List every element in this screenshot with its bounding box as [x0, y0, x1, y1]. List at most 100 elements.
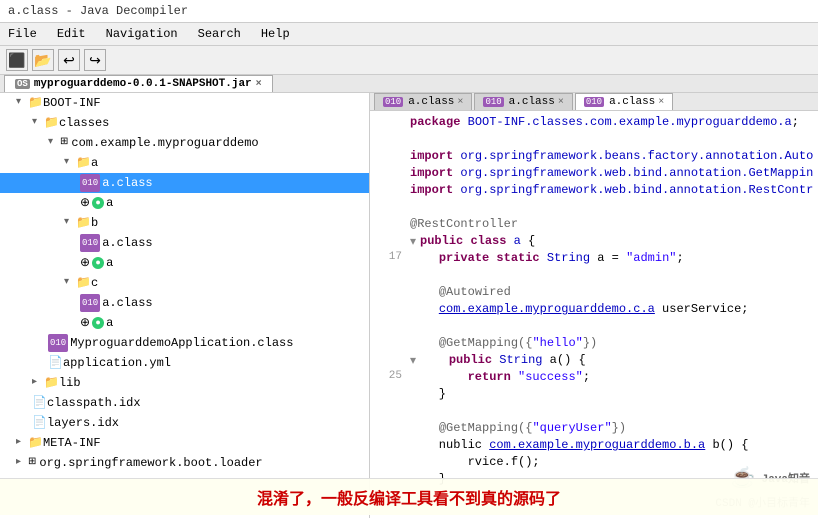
code-line-17: 17 private static String a = "admin";	[370, 251, 818, 268]
tree-meta-inf[interactable]: ▸ 📁 META-INF	[0, 433, 369, 453]
expand-icon-package: ▾	[48, 134, 60, 152]
tree-spring-loader[interactable]: ▸ ⊞ org.springframework.boot.loader	[0, 453, 369, 473]
tree-label-folder-b: b	[91, 214, 98, 232]
expand-icon-c-a-green: ⊕	[80, 314, 90, 332]
package-icon: ⊞	[60, 134, 68, 152]
folder-icon-meta-inf: 📁	[28, 434, 43, 452]
tree-label-aclass: a.class	[102, 174, 152, 192]
editor-tab-1[interactable]: 010 a.class ×	[374, 93, 472, 110]
code-line-rvice: rvice.f();	[370, 455, 818, 472]
toolbar-redo[interactable]: ↪	[84, 49, 106, 71]
tree-folder-b[interactable]: ▾ 📁 b	[0, 213, 369, 233]
tree-classes[interactable]: ▾ 📁 classes	[0, 113, 369, 133]
tree-application-yml[interactable]: 📄 application.yml	[0, 353, 369, 373]
tree-label-c-aclass: a.class	[102, 294, 152, 312]
editor-tab-bar: 010 a.class × 010 a.class × 010 a.class …	[370, 93, 818, 111]
editor-tab-2[interactable]: 010 a.class ×	[474, 93, 572, 110]
title-bar: a.class - Java Decompiler	[0, 0, 818, 23]
tree-label-classpath: classpath.idx	[47, 394, 141, 412]
toolbar-open[interactable]: 📂	[32, 49, 54, 71]
tree-b-a-green[interactable]: ⊕ ● a	[0, 253, 369, 273]
file-tab-icon: OS	[15, 79, 30, 89]
package-icon-spring: ⊞	[28, 454, 36, 472]
collapse-class-btn[interactable]: ▾	[410, 234, 416, 249]
tree-label-lib: lib	[59, 374, 81, 392]
code-line-import3: import org.springframework.web.bind.anno…	[370, 183, 818, 200]
file-icon-yml: 📄	[48, 354, 63, 372]
annotation-restcontroller: @RestController	[410, 217, 518, 231]
code-line-import1: import org.springframework.beans.factory…	[370, 149, 818, 166]
code-line-restcontroller: @RestController	[370, 217, 818, 234]
code-line-method2: nublic com.example.myproguarddemo.b.a b(…	[370, 438, 818, 455]
file-tab-bar: OS myproguarddemo-0.0.1-SNAPSHOT.jar ×	[0, 75, 818, 93]
tree-aclass-selected[interactable]: 010 a.class	[0, 173, 369, 193]
expand-icon-b-a-green: ⊕	[80, 254, 90, 272]
class-badge-main: 010	[48, 334, 68, 352]
editor-tab-label-3: a.class	[609, 96, 655, 108]
code-line-getmapping1: @GetMapping({"hello"})	[370, 336, 818, 353]
tree-classpath-idx[interactable]: 📄 classpath.idx	[0, 393, 369, 413]
line-content-package: package BOOT-INF.classes.com.example.myp…	[410, 115, 814, 129]
menu-navigation[interactable]: Navigation	[102, 25, 182, 43]
line-num-17: 17	[374, 251, 402, 263]
editor-tab-close-3[interactable]: ×	[658, 97, 664, 108]
expand-icon-spring-loader: ▸	[16, 454, 28, 472]
folder-icon-c: 📁	[76, 274, 91, 292]
folder-icon-classes: 📁	[44, 114, 59, 132]
tree-label-folder-a: a	[91, 154, 98, 172]
banner-text: 混淆了，一般反编译工具看不到真的源码了	[257, 491, 561, 509]
line-num-25: 25	[374, 370, 402, 382]
code-line-import2: import org.springframework.web.bind.anno…	[370, 166, 818, 183]
tree-label-folder-c: c	[91, 274, 98, 292]
expand-icon-lib: ▸	[32, 374, 44, 392]
tree-c-aclass[interactable]: 010 a.class	[0, 293, 369, 313]
class-badge-b-a: 010	[80, 234, 100, 252]
tree-c-a-green[interactable]: ⊕ ● a	[0, 313, 369, 333]
code-line-blank5	[370, 404, 818, 421]
menu-edit[interactable]: Edit	[53, 25, 90, 43]
expand-icon-folder-b: ▾	[64, 214, 76, 232]
main-layout: ▾ 📁 BOOT-INF ▾ 📁 classes ▾ ⊞ com.example…	[0, 93, 818, 518]
file-tab-label: myproguarddemo-0.0.1-SNAPSHOT.jar	[34, 78, 252, 90]
editor-tab-close-1[interactable]: ×	[457, 97, 463, 108]
folder-icon-a: 📁	[76, 154, 91, 172]
menu-search[interactable]: Search	[194, 25, 245, 43]
code-line-blank1	[370, 132, 818, 149]
window-title: a.class - Java Decompiler	[8, 4, 188, 18]
tree-root-bootinf[interactable]: ▾ 📁 BOOT-INF	[0, 93, 369, 113]
tree-layers-idx[interactable]: 📄 layers.idx	[0, 413, 369, 433]
tree-lib[interactable]: ▸ 📁 lib	[0, 373, 369, 393]
code-line-field: com.example.myproguarddemo.c.a userServi…	[370, 302, 818, 319]
collapse-method1-btn[interactable]: ▾	[410, 353, 416, 368]
expand-icon-classes: ▾	[32, 114, 44, 132]
code-area[interactable]: package BOOT-INF.classes.com.example.myp…	[370, 111, 818, 518]
editor-tab-close-2[interactable]: ×	[558, 97, 564, 108]
file-tab[interactable]: OS myproguarddemo-0.0.1-SNAPSHOT.jar ×	[4, 75, 273, 92]
tree-package[interactable]: ▾ ⊞ com.example.myproguarddemo	[0, 133, 369, 153]
editor-tab-3[interactable]: 010 a.class ×	[575, 93, 673, 110]
code-line-package: package BOOT-INF.classes.com.example.myp…	[370, 115, 818, 132]
tree-label-bootinf: BOOT-INF	[43, 94, 101, 112]
file-tree-panel: ▾ 📁 BOOT-INF ▾ 📁 classes ▾ ⊞ com.example…	[0, 93, 370, 518]
green-circle-c-a: ●	[92, 317, 104, 329]
code-line-blank4	[370, 319, 818, 336]
tree-b-aclass[interactable]: 010 a.class	[0, 233, 369, 253]
menu-file[interactable]: File	[4, 25, 41, 43]
tree-main-class[interactable]: 010 MyproguarddemoApplication.class	[0, 333, 369, 353]
toolbar-undo[interactable]: ↩	[58, 49, 80, 71]
toolbar-back[interactable]: ⬛	[6, 49, 28, 71]
code-line-close1: }	[370, 387, 818, 404]
code-line-getmapping2: @GetMapping({"queryUser"})	[370, 421, 818, 438]
tree-a-green[interactable]: ⊕ ● a	[0, 193, 369, 213]
file-icon-layers: 📄	[32, 414, 47, 432]
editor-tab-badge-2: 010	[483, 97, 503, 107]
folder-icon-b: 📁	[76, 214, 91, 232]
tree-folder-c[interactable]: ▾ 📁 c	[0, 273, 369, 293]
tree-folder-a[interactable]: ▾ 📁 a	[0, 153, 369, 173]
editor-tab-label-1: a.class	[408, 96, 454, 108]
file-tab-close[interactable]: ×	[256, 79, 262, 90]
tree-label-spring-loader: org.springframework.boot.loader	[39, 454, 262, 472]
menu-bar: File Edit Navigation Search Help	[0, 23, 818, 46]
code-line-autowired: @Autowired	[370, 285, 818, 302]
menu-help[interactable]: Help	[257, 25, 294, 43]
